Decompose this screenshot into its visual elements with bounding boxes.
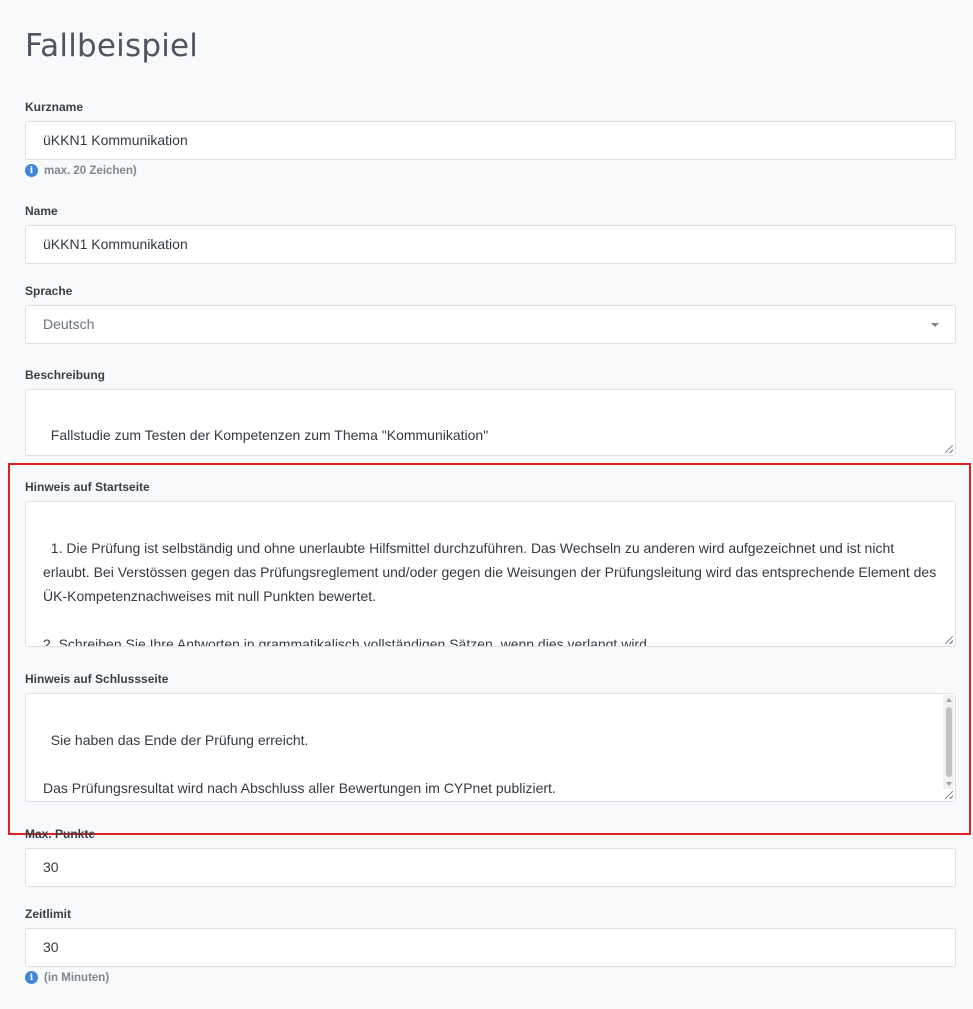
kurzname-hint-text: max. 20 Zeichen) [44,164,137,177]
zeitlimit-hint: i (in Minuten) [25,971,109,984]
max-punkte-input[interactable]: 30 [25,848,956,887]
sprache-label: Sprache [25,284,73,298]
hinweis-start-textarea[interactable]: 1. Die Prüfung ist selbständig und ohne … [25,501,956,647]
hinweis-schluss-text: Sie haben das Ende der Prüfung erreicht.… [43,732,556,796]
scroll-thumb[interactable] [946,707,952,777]
name-input[interactable]: üKKN1 Kommunikation [25,225,956,264]
kurzname-input[interactable]: üKKN1 Kommunikation [25,121,956,160]
beschreibung-text: Fallstudie zum Testen der Kompetenzen zu… [50,427,489,443]
hinweis-start-label: Hinweis auf Startseite [25,480,150,494]
beschreibung-textarea[interactable]: Fallstudie zum Testen der Kompetenzen zu… [25,389,956,456]
page-title: Fallbeispiel [25,28,199,64]
hinweis-schluss-textarea[interactable]: Sie haben das Ende der Prüfung erreicht.… [25,693,956,802]
info-icon: i [25,971,38,984]
scroll-up-icon[interactable] [946,698,952,702]
info-icon: i [25,164,38,177]
chevron-down-icon [931,323,939,327]
scroll-down-icon[interactable] [946,782,952,786]
resize-handle-icon[interactable] [945,445,953,453]
hinweis-start-text: 1. Die Prüfung ist selbständig und ohne … [43,540,937,647]
name-label: Name [25,204,58,218]
zeitlimit-input[interactable]: 30 [25,928,956,967]
sprache-selected-value: Deutsch [43,316,95,332]
kurzname-label: Kurzname [25,100,84,114]
zeitlimit-label: Zeitlimit [25,907,72,921]
hinweis-schluss-label: Hinweis auf Schlussseite [25,672,169,686]
max-punkte-label: Max. Punkte [25,827,96,841]
resize-handle-icon[interactable] [945,791,953,799]
resize-handle-icon[interactable] [945,636,953,644]
sprache-select[interactable]: Deutsch [25,305,956,344]
beschreibung-label: Beschreibung [25,368,106,382]
kurzname-hint: i max. 20 Zeichen) [25,164,137,177]
textarea-scrollbar[interactable] [943,695,954,789]
zeitlimit-hint-text: (in Minuten) [44,971,110,984]
